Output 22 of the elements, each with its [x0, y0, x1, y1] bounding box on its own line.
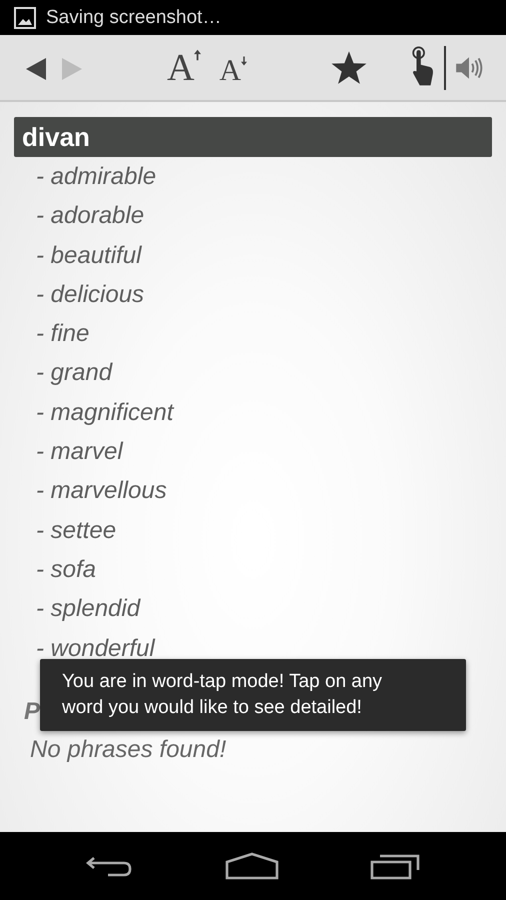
up-arrow-icon	[194, 48, 202, 60]
synonym-item[interactable]: - magnificent	[14, 392, 492, 432]
synonym-item[interactable]: - marvellous	[14, 471, 492, 511]
word-tap-toast: You are in word-tap mode! Tap on any word you would like to see detailed!	[40, 659, 466, 731]
notification-text: Saving screenshot…	[46, 6, 222, 28]
synonym-item[interactable]: - delicious	[14, 274, 492, 314]
synonym-item[interactable]: - beautiful	[14, 236, 492, 275]
synonym-item[interactable]: - adorable	[14, 196, 492, 236]
synonym-item[interactable]: - splendid	[14, 589, 492, 629]
down-arrow-icon	[241, 56, 248, 66]
synonym-item[interactable]: - settee	[14, 510, 492, 550]
synonym-item[interactable]: - admirable	[14, 157, 492, 196]
font-smaller-button[interactable]: A	[213, 56, 254, 86]
image-icon	[14, 6, 36, 28]
font-bigger-button[interactable]: A	[160, 48, 208, 86]
synonym-item[interactable]: - marvel	[14, 432, 492, 472]
phrases-heading: P	[23, 696, 40, 727]
headword: divan	[22, 122, 90, 152]
synonym-item[interactable]: - fine	[14, 314, 492, 354]
synonym-item[interactable]: - grand	[14, 353, 492, 393]
synonym-item[interactable]: - sofa	[14, 550, 492, 590]
no-phrases-message: No phrases found!	[29, 736, 228, 764]
